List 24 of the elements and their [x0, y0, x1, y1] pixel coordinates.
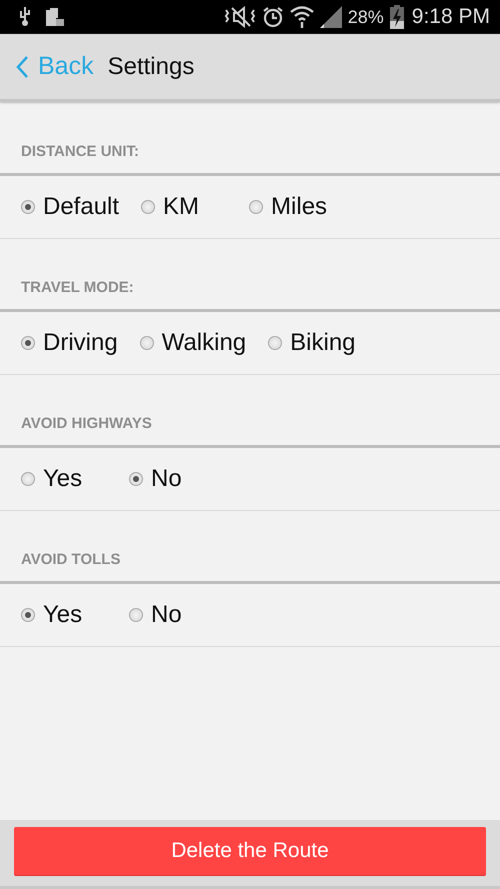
- battery-charging-icon: [390, 5, 404, 29]
- section-label: DISTANCE UNIT:: [0, 103, 500, 176]
- radio-option[interactable]: Driving: [21, 329, 118, 357]
- radio-option[interactable]: KM: [141, 193, 228, 221]
- radio-option[interactable]: Biking: [268, 329, 356, 357]
- radio-option[interactable]: Walking: [140, 329, 246, 357]
- chevron-left-icon: [16, 56, 28, 78]
- clock-time: 9:18 PM: [412, 5, 490, 29]
- usb-icon: [18, 7, 32, 27]
- alarm-icon: [262, 6, 284, 28]
- radio-option[interactable]: No: [129, 465, 215, 493]
- radio-option[interactable]: Yes: [21, 465, 107, 493]
- screen-title: Settings: [108, 52, 194, 80]
- signal-icon: [320, 6, 342, 28]
- section-label: AVOID HIGHWAYS: [0, 375, 500, 448]
- radio-option[interactable]: Yes: [21, 601, 107, 629]
- section-label: TRAVEL MODE:: [0, 239, 500, 312]
- mute-icon: [224, 6, 256, 28]
- radio-option[interactable]: Default: [21, 193, 120, 221]
- wifi-icon: [290, 6, 314, 28]
- section-label: AVOID TOLLS: [0, 511, 500, 584]
- battery-percent: 28%: [348, 6, 384, 28]
- radio-option[interactable]: No: [129, 601, 215, 629]
- radio-option[interactable]: Miles: [249, 193, 336, 221]
